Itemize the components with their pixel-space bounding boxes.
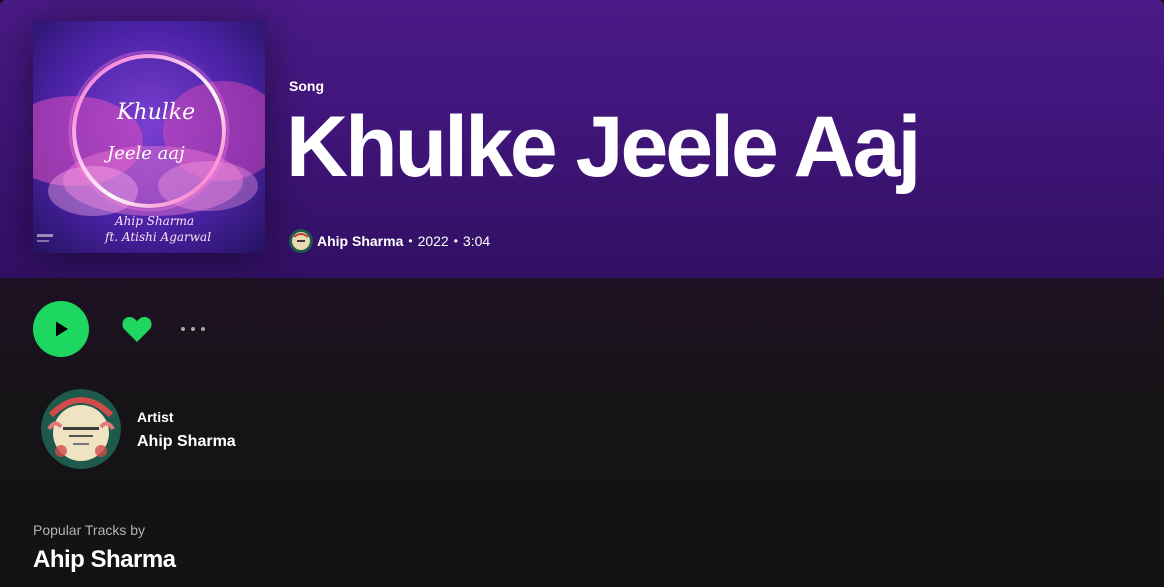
- like-button[interactable]: [120, 312, 154, 346]
- artist-name[interactable]: Ahip Sharma: [137, 433, 236, 451]
- release-year: 2022: [417, 233, 449, 249]
- cover-title-line1: Khulke: [116, 100, 195, 125]
- play-button[interactable]: [33, 301, 89, 357]
- popular-tracks-label: Popular Tracks by: [33, 522, 146, 538]
- artist-label: Artist: [137, 409, 174, 425]
- meta-separator: •: [408, 234, 413, 248]
- more-icon: [181, 327, 205, 331]
- track-meta: Ahip Sharma • 2022 • 3:04: [289, 229, 490, 253]
- heart-icon: [122, 317, 152, 342]
- album-cover: Khulke Jeele aaj Ahip Sharma ft. Atishi …: [33, 21, 265, 253]
- track-duration: 3:04: [462, 233, 491, 249]
- more-options-button[interactable]: [176, 316, 210, 342]
- artist-avatar: [41, 389, 121, 469]
- artist-card[interactable]: Artist Ahip Sharma: [41, 389, 301, 469]
- artist-link[interactable]: Ahip Sharma: [317, 233, 403, 249]
- cover-credit-line1: Ahip Sharma: [114, 214, 194, 228]
- page-title: Khulke Jeele Aaj: [286, 99, 921, 195]
- song-page: Khulke Jeele aaj Ahip Sharma ft. Atishi …: [0, 0, 1164, 587]
- meta-separator: •: [453, 234, 458, 248]
- cover-title-line2: Jeele aaj: [103, 143, 185, 164]
- play-icon: [56, 321, 68, 337]
- popular-tracks-artist: Ahip Sharma: [33, 546, 176, 573]
- cover-credit-line2: ft. Atishi Agarwal: [104, 230, 211, 244]
- artist-avatar-small[interactable]: [289, 229, 313, 253]
- type-label: Song: [289, 78, 324, 94]
